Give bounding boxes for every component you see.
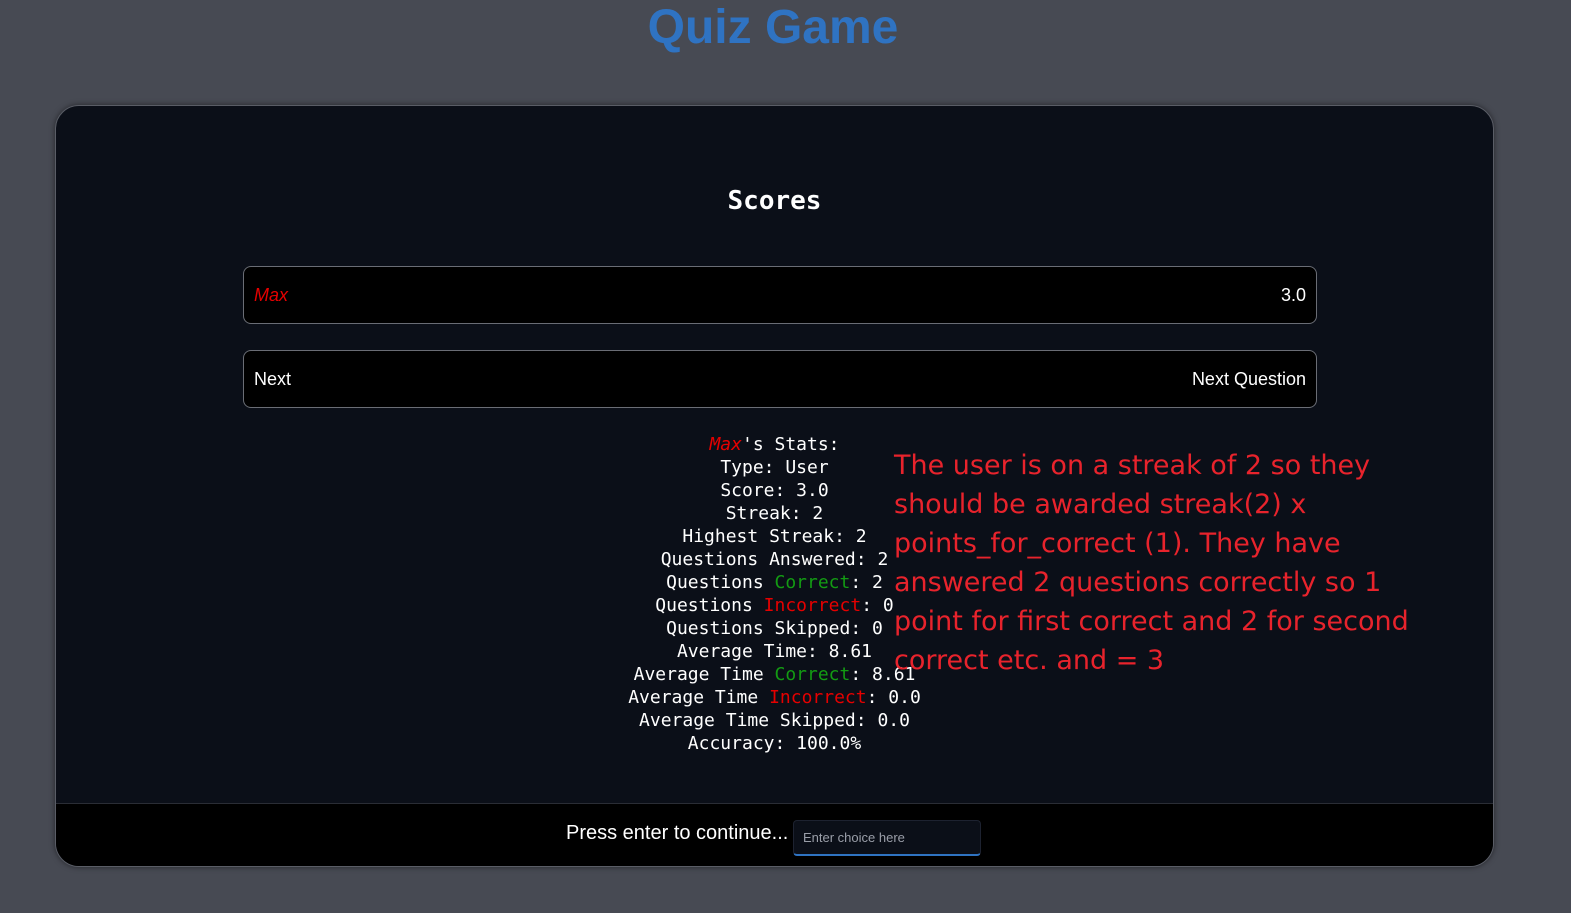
app-title: Quiz Game bbox=[647, 1, 899, 54]
incorrect-word: Incorrect bbox=[763, 595, 862, 616]
annotation-note: The user is on a streak of 2 so they sho… bbox=[894, 450, 1409, 676]
player-name: Max bbox=[254, 284, 289, 305]
next-option-key: Next bbox=[254, 368, 292, 389]
next-option-label: Next Question bbox=[1191, 368, 1306, 389]
stat-avg-incorrect-prefix: Average Time bbox=[628, 687, 770, 708]
next-question-option[interactable]: Next Next Question bbox=[243, 350, 1317, 408]
incorrect-word: Incorrect bbox=[769, 687, 867, 708]
stat-questions-correct-value: : 2 bbox=[850, 572, 883, 593]
stats-player-name: Max bbox=[709, 434, 742, 455]
correct-word: Correct bbox=[774, 572, 851, 593]
stat-questions-incorrect-value: : 0 bbox=[861, 595, 894, 616]
stat-accuracy: Accuracy: 100.0% bbox=[687, 733, 862, 754]
continue-prompt: Press enter to continue... bbox=[566, 822, 789, 844]
stat-questions-correct-prefix: Questions bbox=[666, 572, 775, 593]
player-score-value: 3.0 bbox=[1280, 284, 1306, 305]
player-score-row[interactable]: Max 3.0 bbox=[243, 266, 1317, 324]
choice-input[interactable] bbox=[793, 820, 981, 856]
stat-avg-incorrect-value: : 0.0 bbox=[866, 687, 921, 708]
correct-word: Correct bbox=[774, 664, 851, 685]
stat-avg-correct-prefix: Average Time bbox=[633, 664, 775, 685]
input-bar: Press enter to continue... bbox=[56, 803, 1493, 866]
scores-heading: Scores bbox=[727, 186, 822, 216]
stats-title-suffix: 's Stats: bbox=[741, 434, 840, 455]
stat-average-time-incorrect: Average Time Incorrect: 0.0 bbox=[56, 686, 1493, 709]
stat-questions-incorrect-prefix: Questions bbox=[655, 595, 764, 616]
stat-average-time-skipped: Average Time Skipped: 0.0 bbox=[639, 710, 910, 731]
